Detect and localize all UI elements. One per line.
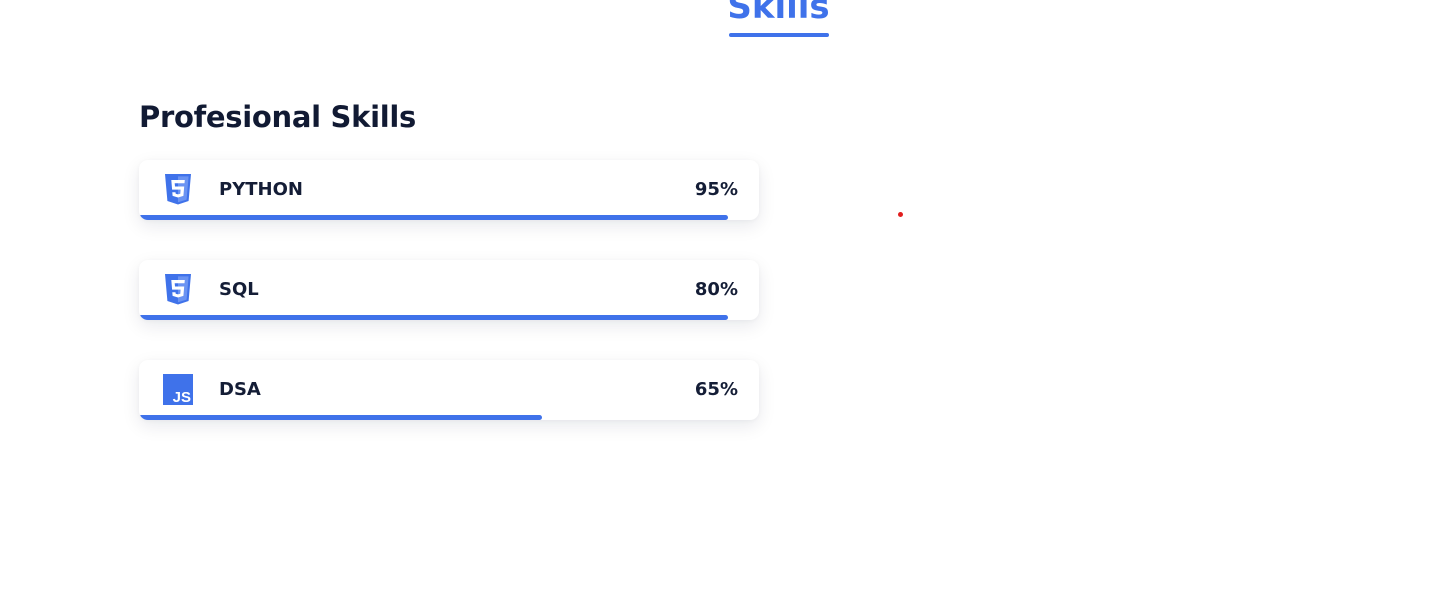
- section-title: Skills: [727, 0, 830, 27]
- skill-progress-fill: [139, 315, 728, 320]
- skill-percent: 80%: [694, 279, 738, 300]
- title-underline: [729, 33, 829, 37]
- skill-name: DSA: [219, 379, 261, 400]
- skill-percent: 95%: [694, 179, 738, 200]
- skill-name: PYTHON: [219, 179, 303, 200]
- skill-name: SQL: [219, 279, 259, 300]
- skill-progress-track: [139, 415, 759, 420]
- subsection-title: Profesional Skills: [139, 100, 416, 134]
- js-icon: JS: [163, 374, 193, 405]
- skill-percent: 65%: [694, 379, 738, 400]
- html5-icon: [163, 274, 193, 305]
- skill-progress-track: [139, 215, 759, 220]
- skill-progress-fill: [139, 415, 542, 420]
- svg-text:JS: JS: [173, 389, 191, 405]
- cursor-dot: [898, 212, 903, 217]
- skill-progress-fill: [139, 215, 728, 220]
- skill-progress-track: [139, 315, 759, 320]
- skill-card-sql: SQL 80%: [139, 260, 759, 320]
- html5-icon: [163, 174, 193, 205]
- skill-card-python: PYTHON 95%: [139, 160, 759, 220]
- skill-card-dsa: JS DSA 65%: [139, 360, 759, 420]
